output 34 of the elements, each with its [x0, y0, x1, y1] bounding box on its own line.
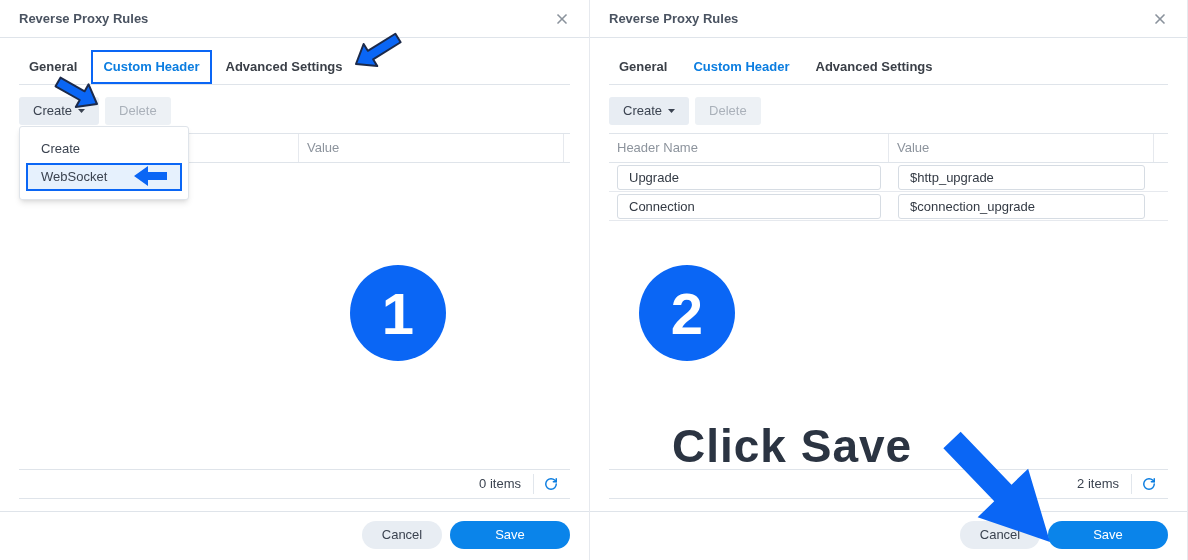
- column-header: Value: [307, 139, 340, 158]
- create-dropdown-button[interactable]: Create: [609, 97, 690, 125]
- value-field[interactable]: $connection_upgrade: [898, 193, 1145, 219]
- create-dropdown-button[interactable]: Create: [19, 97, 100, 125]
- menu-item[interactable]: WebSocket: [26, 163, 182, 191]
- menu-item[interactable]: Create: [26, 135, 182, 163]
- arrow-icon: [943, 431, 1050, 542]
- step-number: 2: [639, 265, 735, 361]
- tab[interactable]: Custom Header: [681, 50, 802, 84]
- step-number: 1: [350, 265, 446, 361]
- tab[interactable]: Custom Header: [91, 50, 212, 84]
- save-button[interactable]: Save: [450, 521, 570, 549]
- dialog-title: Reverse Proxy Rules: [609, 9, 739, 28]
- tab[interactable]: General: [609, 50, 680, 84]
- header-name-field[interactable]: Upgrade: [617, 164, 881, 190]
- arrow-icon: [54, 76, 98, 108]
- refresh-icon[interactable]: [1142, 477, 1156, 491]
- dialog-title: Reverse Proxy Rules: [19, 9, 149, 28]
- refresh-icon[interactable]: [544, 477, 558, 491]
- column-header: Value: [897, 139, 930, 158]
- value-field[interactable]: $http_upgrade: [898, 164, 1145, 190]
- save-button[interactable]: Save: [1048, 521, 1168, 549]
- tab[interactable]: General: [19, 50, 90, 84]
- caret-icon: [668, 109, 676, 113]
- arrow-icon: [134, 166, 167, 186]
- item-count: 0 items: [479, 475, 522, 494]
- item-count: 2 items: [1077, 475, 1120, 494]
- header-name-field[interactable]: Connection: [617, 193, 881, 219]
- column-header: Header Name: [617, 139, 698, 158]
- tab[interactable]: Advanced Settings: [213, 50, 355, 84]
- cancel-button[interactable]: Cancel: [362, 521, 442, 549]
- instruction-caption: Click Save: [672, 419, 913, 474]
- arrow-icon: [355, 32, 402, 68]
- tab[interactable]: Advanced Settings: [803, 50, 945, 84]
